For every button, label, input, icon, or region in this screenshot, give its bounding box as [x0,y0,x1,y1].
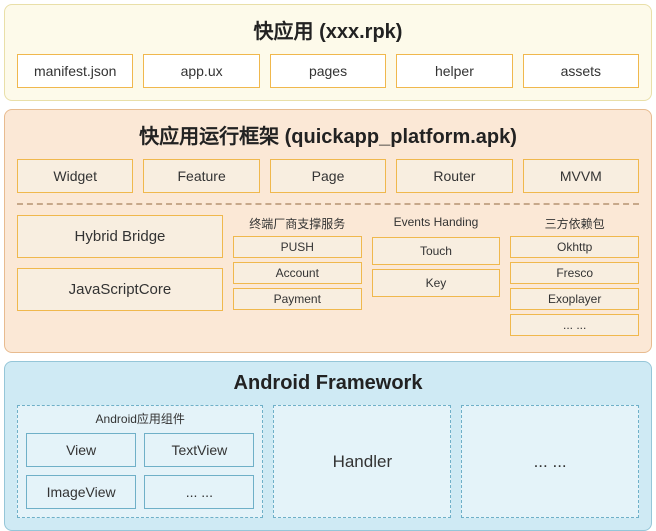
thirdparty-okhttp: Okhttp [510,236,639,258]
android-components-grid: View TextView ImageView ... ... [26,433,254,509]
android-more-box: ... ... [461,405,639,518]
platform-mvvm: MVVM [523,159,639,193]
rpk-item-assets: assets [523,54,639,88]
android-view: View [26,433,136,467]
platform-feature: Feature [143,159,259,193]
android-textview: TextView [144,433,254,467]
rpk-item-helper: helper [396,54,512,88]
events-touch: Touch [372,237,501,265]
rpk-item-manifest: manifest.json [17,54,133,88]
platform-widget: Widget [17,159,133,193]
vendor-push: PUSH [233,236,362,258]
platform-page: Page [270,159,386,193]
android-imageview: ImageView [26,475,136,509]
vendor-title: 终端厂商支撑服务 [233,215,362,232]
android-handler: Handler [273,405,451,518]
platform-router: Router [396,159,512,193]
platform-events-col: Events Handing Touch Key [372,215,501,340]
vendor-payment: Payment [233,288,362,310]
android-group-title: Android应用组件 [26,410,254,427]
rpk-items-row: manifest.json app.ux pages helper assets [17,54,639,88]
events-key: Key [372,269,501,297]
platform-thirdparty-col: 三方依赖包 Okhttp Fresco Exoplayer ... ... [510,215,639,340]
platform-divider [17,203,639,205]
android-title: Android Framework [17,372,639,395]
platform-hybrid-bridge: Hybrid Bridge [17,215,223,258]
platform-title: 快应用运行框架 (quickapp_platform.apk) [17,120,639,149]
thirdparty-more: ... ... [510,314,639,336]
platform-lower-grid: Hybrid Bridge JavaScriptCore 终端厂商支撑服务 PU… [17,215,639,340]
android-components-group: Android应用组件 View TextView ImageView ... … [17,405,263,518]
layer-platform: 快应用运行框架 (quickapp_platform.apk) Widget F… [4,109,652,353]
layer-rpk: 快应用 (xxx.rpk) manifest.json app.ux pages… [4,4,652,101]
thirdparty-exoplayer: Exoplayer [510,288,639,310]
vendor-account: Account [233,262,362,284]
layer-android: Android Framework Android应用组件 View TextV… [4,361,652,531]
platform-left-col: Hybrid Bridge JavaScriptCore [17,215,223,340]
thirdparty-fresco: Fresco [510,262,639,284]
thirdparty-title: 三方依赖包 [510,215,639,232]
rpk-item-appux: app.ux [143,54,259,88]
android-row: Android应用组件 View TextView ImageView ... … [17,405,639,518]
platform-javascriptcore: JavaScriptCore [17,268,223,311]
android-more: ... ... [144,475,254,509]
events-title: Events Handing [372,215,501,231]
platform-top-row: Widget Feature Page Router MVVM [17,159,639,193]
platform-vendor-col: 终端厂商支撑服务 PUSH Account Payment [233,215,362,340]
rpk-item-pages: pages [270,54,386,88]
rpk-title: 快应用 (xxx.rpk) [17,15,639,44]
